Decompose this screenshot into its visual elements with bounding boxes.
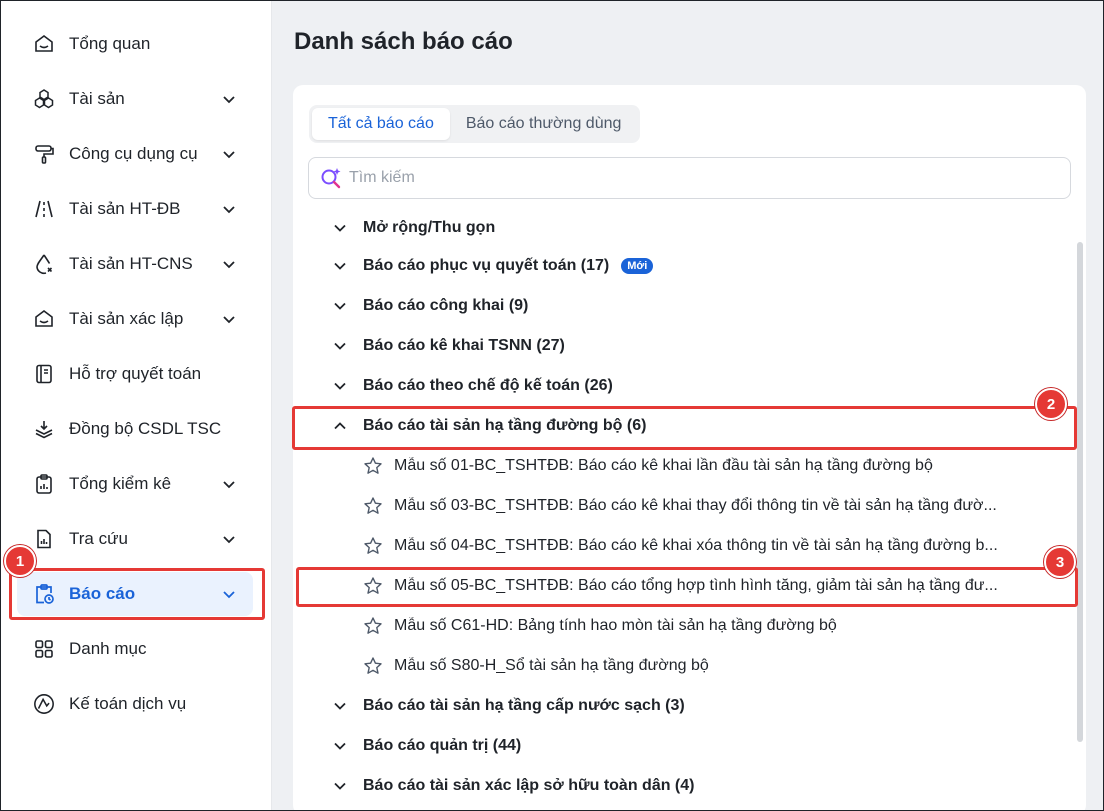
sidebar-item-tai-san-xac-lap[interactable]: Tài sản xác lập bbox=[17, 297, 253, 341]
star-icon[interactable] bbox=[363, 536, 383, 556]
sidebar-item-label: Kế toán dịch vụ bbox=[69, 694, 187, 713]
sidebar-item-danh-muc[interactable]: Danh mục bbox=[17, 627, 253, 671]
chevron-down-icon bbox=[333, 299, 347, 313]
tree-group-label: Báo cáo tài sản xác lập sở hữu toàn dân … bbox=[363, 777, 695, 794]
sidebar: Tổng quan Tài sản Công cụ dụng cụ Tài sả… bbox=[1, 1, 272, 810]
sidebar-item-dong-bo-csdl-tsc[interactable]: Đồng bộ CSDL TSC bbox=[17, 407, 253, 451]
tab-frequent-reports[interactable]: Báo cáo thường dùng bbox=[450, 108, 638, 140]
cubes-icon bbox=[33, 88, 55, 110]
sidebar-item-label: Đồng bộ CSDL TSC bbox=[69, 419, 222, 438]
chevron-down-icon bbox=[333, 379, 347, 393]
report-tabs: Tất cả báo cáo Báo cáo thường dùng bbox=[309, 105, 641, 143]
new-badge: Mới bbox=[621, 258, 654, 274]
tree-group-label: Báo cáo công khai (9) bbox=[363, 297, 529, 314]
document-chart-icon bbox=[33, 528, 55, 550]
sidebar-item-tong-quan[interactable]: Tổng quan bbox=[17, 22, 253, 66]
sidebar-item-ke-toan-dich-vu[interactable]: Kế toán dịch vụ bbox=[17, 682, 253, 726]
highlight-box-group-duong-bo bbox=[292, 406, 1077, 450]
chevron-down-icon bbox=[333, 779, 347, 793]
road-icon bbox=[33, 198, 55, 220]
report-item[interactable]: Mẫu số 03-BC_TSHTĐB: Báo cáo kê khai tha… bbox=[363, 491, 1043, 521]
chevron-down-icon bbox=[333, 739, 347, 753]
sidebar-item-cong-cu-dung-cu[interactable]: Công cụ dụng cụ bbox=[17, 132, 253, 176]
paint-roller-icon bbox=[33, 143, 55, 165]
sidebar-item-tai-san-ht-db[interactable]: Tài sản HT-ĐB bbox=[17, 187, 253, 231]
step-badge-3: 3 bbox=[1044, 546, 1076, 578]
sidebar-item-label: Tổng kiểm kê bbox=[69, 474, 172, 493]
search-input[interactable] bbox=[349, 169, 1029, 187]
chevron-down-icon bbox=[333, 259, 347, 273]
chevron-down-icon bbox=[333, 339, 347, 353]
tree-group[interactable]: Báo cáo kê khai TSNN (27) bbox=[333, 331, 565, 361]
sidebar-item-tong-kiem-ke[interactable]: Tổng kiểm kê bbox=[17, 462, 253, 506]
tree-group[interactable]: Báo cáo tài sản xác lập sở hữu toàn dân … bbox=[333, 771, 694, 801]
sidebar-item-label: Tài sản HT-ĐB bbox=[69, 199, 181, 218]
home-icon bbox=[33, 33, 55, 55]
layers-sync-icon bbox=[33, 418, 55, 440]
star-icon[interactable] bbox=[363, 496, 383, 516]
step-badge-2: 2 bbox=[1035, 388, 1067, 420]
tree-group[interactable]: Báo cáo tài sản hạ tầng cấp nước sạch (3… bbox=[333, 691, 685, 721]
water-drop-icon bbox=[33, 253, 55, 275]
scrollbar-thumb[interactable] bbox=[1077, 242, 1083, 742]
sidebar-item-label: Hỗ trợ quyết toán bbox=[69, 364, 202, 383]
report-item-label: Mẫu số 04-BC_TSHTĐB: Báo cáo kê khai xóa… bbox=[394, 537, 998, 554]
chevron-down-icon bbox=[333, 699, 347, 713]
tree-group-label: Báo cáo theo chế độ kế toán (26) bbox=[363, 377, 613, 394]
ai-search-icon bbox=[319, 166, 343, 190]
accounting-logo-icon bbox=[33, 693, 55, 715]
highlight-box-report-05 bbox=[296, 567, 1078, 607]
report-item-label: Mẫu số S80-H_Sổ tài sản hạ tầng đường bộ bbox=[394, 657, 709, 674]
grid-icon bbox=[33, 638, 55, 660]
sidebar-item-label: Tài sản bbox=[69, 89, 125, 108]
report-item[interactable]: Mẫu số 04-BC_TSHTĐB: Báo cáo kê khai xóa… bbox=[363, 531, 1043, 561]
inbox-icon bbox=[33, 308, 55, 330]
search-box[interactable] bbox=[308, 157, 1071, 199]
sidebar-item-tai-san[interactable]: Tài sản bbox=[17, 77, 253, 121]
clipboard-icon bbox=[33, 473, 55, 495]
tree-group[interactable]: Báo cáo công khai (9) bbox=[333, 291, 528, 321]
chevron-down-icon bbox=[333, 221, 347, 235]
sidebar-item-label: Danh mục bbox=[69, 639, 147, 658]
report-item-label: Mẫu số 03-BC_TSHTĐB: Báo cáo kê khai tha… bbox=[394, 497, 997, 514]
expand-collapse-label: Mở rộng/Thu gọn bbox=[363, 219, 496, 236]
chevron-down-icon[interactable] bbox=[221, 531, 237, 547]
report-item[interactable]: Mẫu số S80-H_Sổ tài sản hạ tầng đường bộ bbox=[363, 651, 1043, 681]
sidebar-item-ho-tro-quyet-toan[interactable]: Hỗ trợ quyết toán bbox=[17, 352, 253, 396]
report-item[interactable]: Mẫu số C61-HD: Bảng tính hao mòn tài sản… bbox=[363, 611, 1043, 641]
sidebar-item-tra-cuu[interactable]: Tra cứu bbox=[17, 517, 253, 561]
sidebar-item-label: Công cụ dụng cụ bbox=[69, 144, 198, 163]
sidebar-item-label: Tổng quan bbox=[69, 34, 151, 53]
tree-group[interactable]: Báo cáo theo chế độ kế toán (26) bbox=[333, 371, 613, 401]
chevron-down-icon[interactable] bbox=[221, 201, 237, 217]
tree-group-label: Báo cáo kê khai TSNN (27) bbox=[363, 337, 565, 354]
chevron-down-icon[interactable] bbox=[221, 476, 237, 492]
tree-group-label: Báo cáo tài sản hạ tầng cấp nước sạch (3… bbox=[363, 697, 685, 714]
tree-group[interactable]: Báo cáo phục vụ quyết toán (17) Mới bbox=[333, 251, 654, 281]
chevron-down-icon[interactable] bbox=[221, 311, 237, 327]
chevron-down-icon[interactable] bbox=[221, 91, 237, 107]
step-badge-1: 1 bbox=[4, 545, 36, 577]
tree-group[interactable]: Báo cáo quản trị (44) bbox=[333, 731, 521, 761]
report-item-label: Mẫu số C61-HD: Bảng tính hao mòn tài sản… bbox=[394, 617, 837, 634]
sidebar-item-tai-san-ht-cns[interactable]: Tài sản HT-CNS bbox=[17, 242, 253, 286]
tab-all-reports[interactable]: Tất cả báo cáo bbox=[312, 108, 450, 140]
sidebar-item-label: Tài sản xác lập bbox=[69, 309, 184, 328]
chevron-down-icon[interactable] bbox=[221, 146, 237, 162]
report-item-label: Mẫu số 01-BC_TSHTĐB: Báo cáo kê khai lần… bbox=[394, 457, 933, 474]
star-icon[interactable] bbox=[363, 616, 383, 636]
chevron-down-icon[interactable] bbox=[221, 256, 237, 272]
page-title: Danh sách báo cáo bbox=[294, 28, 513, 55]
expand-collapse-toggle[interactable]: Mở rộng/Thu gọn bbox=[333, 213, 495, 243]
report-item[interactable]: Mẫu số 01-BC_TSHTĐB: Báo cáo kê khai lần… bbox=[363, 451, 1043, 481]
star-icon[interactable] bbox=[363, 656, 383, 676]
tree-group-label: Báo cáo phục vụ quyết toán (17) bbox=[363, 257, 610, 274]
book-icon bbox=[33, 363, 55, 385]
tree-group-label: Báo cáo quản trị (44) bbox=[363, 737, 522, 754]
sidebar-item-label: Tra cứu bbox=[69, 529, 128, 548]
star-icon[interactable] bbox=[363, 456, 383, 476]
highlight-box-sidebar-bao-cao bbox=[9, 568, 265, 620]
sidebar-item-label: Tài sản HT-CNS bbox=[69, 254, 193, 273]
